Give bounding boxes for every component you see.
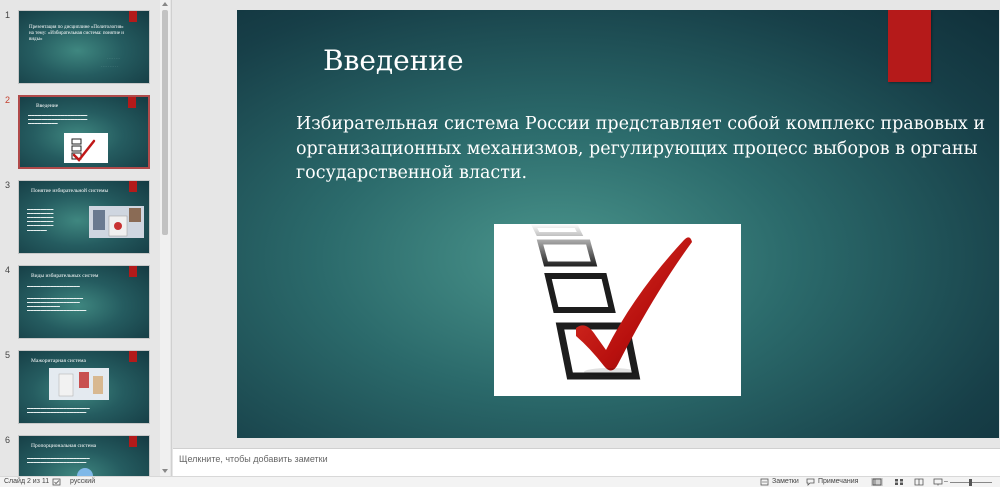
- red-tab-decoration: [888, 10, 931, 82]
- thumbnail-pie-image: [77, 468, 93, 476]
- current-slide[interactable]: Введение Избирательная система России пр…: [237, 10, 999, 438]
- thumbnail-voting-hands-photo: [49, 368, 109, 400]
- slide-body-text[interactable]: Избирательная система России представляе…: [296, 112, 986, 186]
- thumbnail-title: Пропорциональная система: [31, 443, 97, 449]
- thumbnail-title: Мажоритарная система: [31, 358, 86, 364]
- slide-thumbnail-3[interactable]: Понятие избирательной системы ▬▬▬▬▬▬▬▬ ▬▬…: [18, 180, 150, 254]
- thumbnail-body-preview: ▬▬▬▬▬▬▬▬▬: [28, 121, 58, 125]
- thumbnail-body-preview: ▬▬▬▬▬▬▬▬▬▬▬▬▬▬▬▬▬▬▬ ▬▬▬▬▬▬▬▬▬▬▬▬▬▬▬▬▬▬: [27, 456, 90, 465]
- thumbnail-body-preview: ▬▬▬▬▬▬▬▬▬▬▬▬▬▬▬▬▬▬▬▬▬▬▬▬▬▬▬▬▬▬▬▬▬▬▬▬▬▬▬▬…: [27, 207, 54, 232]
- scroll-down-icon[interactable]: [162, 469, 168, 473]
- thumbnail-number: 6: [5, 435, 11, 445]
- normal-view-icon[interactable]: [871, 478, 883, 486]
- notes-icon[interactable]: [760, 478, 770, 487]
- status-bar: Слайд 2 из 11 русский Заметки Примечания…: [0, 476, 1000, 487]
- slide-thumbnail-1[interactable]: Презентация по дисциплине «Политология» …: [18, 10, 150, 84]
- thumbnail-subtext: · · · · · · · · · ·: [101, 65, 118, 69]
- thumbnail-number: 3: [5, 180, 11, 190]
- thumbnail-subtext: · · · · · · · ·: [107, 57, 121, 61]
- zoom-slider-handle[interactable]: [969, 479, 972, 486]
- thumbnail-number: 1: [5, 10, 11, 20]
- comments-icon[interactable]: [806, 478, 816, 487]
- thumbnail-number: 2: [5, 95, 11, 105]
- notes-placeholder[interactable]: Щелкните, чтобы добавить заметки: [179, 454, 328, 464]
- thumbnail-body-preview: ▬▬▬▬▬▬▬▬▬▬▬▬▬▬▬▬▬▬▬ ▬▬▬▬▬▬▬▬▬▬▬▬▬▬▬▬▬▬: [27, 406, 90, 415]
- thumbnail-title: Понятие избирательной системы: [31, 188, 109, 194]
- thumbnail-checkbox-image: [64, 133, 108, 163]
- slide-thumbnail-4[interactable]: Виды избирательных систем ▬▬▬▬▬▬▬▬▬▬▬▬▬▬…: [18, 265, 150, 339]
- thumbnail-title: Введение: [36, 103, 59, 109]
- slide-thumbnail-6[interactable]: Пропорциональная система ▬▬▬▬▬▬▬▬▬▬▬▬▬▬▬…: [18, 435, 150, 476]
- slide-title[interactable]: Введение: [323, 44, 464, 77]
- red-tab-decoration: [129, 11, 137, 22]
- checkbox-checkmark-image[interactable]: [494, 224, 741, 396]
- spellcheck-icon[interactable]: [52, 478, 62, 487]
- reading-view-icon[interactable]: [913, 478, 925, 486]
- thumbnail-title: Виды избирательных систем: [31, 273, 99, 279]
- slide-editor-area: Введение Избирательная система России пр…: [173, 0, 1000, 448]
- powerpoint-window: 1 Презентация по дисциплине «Политология…: [0, 0, 1000, 487]
- thumbnail-number: 5: [5, 350, 11, 360]
- slide-counter: Слайд 2 из 11: [4, 478, 50, 485]
- slide-thumbnail-5[interactable]: Мажоритарная система ▬▬▬▬▬▬▬▬▬▬▬▬▬▬▬▬▬▬▬…: [18, 350, 150, 424]
- slide-thumbnail-2[interactable]: Введение ▬▬▬▬▬▬▬▬▬▬▬▬▬▬▬▬▬▬ ▬▬▬▬▬▬▬▬▬▬▬▬…: [18, 95, 150, 169]
- thumbnail-body-preview: ▬▬▬▬▬▬▬▬▬▬▬▬▬▬▬▬▬▬▬▬▬▬▬▬▬▬▬▬▬▬▬▬▬▬▬▬▬▬▬▬…: [27, 296, 87, 313]
- thumbnail-title: Презентация по дисциплине «Политология» …: [29, 25, 124, 42]
- scroll-up-icon[interactable]: [162, 2, 168, 6]
- thumbnail-number: 4: [5, 265, 11, 275]
- language-indicator[interactable]: русский: [70, 478, 95, 485]
- thumbnail-body-preview: ▬▬▬▬▬▬▬▬▬▬▬▬▬▬▬▬: [27, 284, 80, 288]
- scrollbar-thumb[interactable]: [162, 10, 168, 235]
- thumbnail-ballot-photo: [89, 206, 144, 238]
- thumbnail-scrollbar[interactable]: [160, 0, 170, 476]
- notes-pane[interactable]: Щелкните, чтобы добавить заметки: [173, 448, 1000, 476]
- zoom-out-icon[interactable]: –: [944, 478, 948, 485]
- notes-button[interactable]: Заметки: [772, 478, 799, 485]
- slide-sorter-icon[interactable]: [893, 478, 905, 486]
- slideshow-icon[interactable]: [932, 478, 944, 486]
- comments-button[interactable]: Примечания: [818, 478, 858, 485]
- slide-thumbnail-pane[interactable]: 1 Презентация по дисциплине «Политология…: [0, 0, 172, 476]
